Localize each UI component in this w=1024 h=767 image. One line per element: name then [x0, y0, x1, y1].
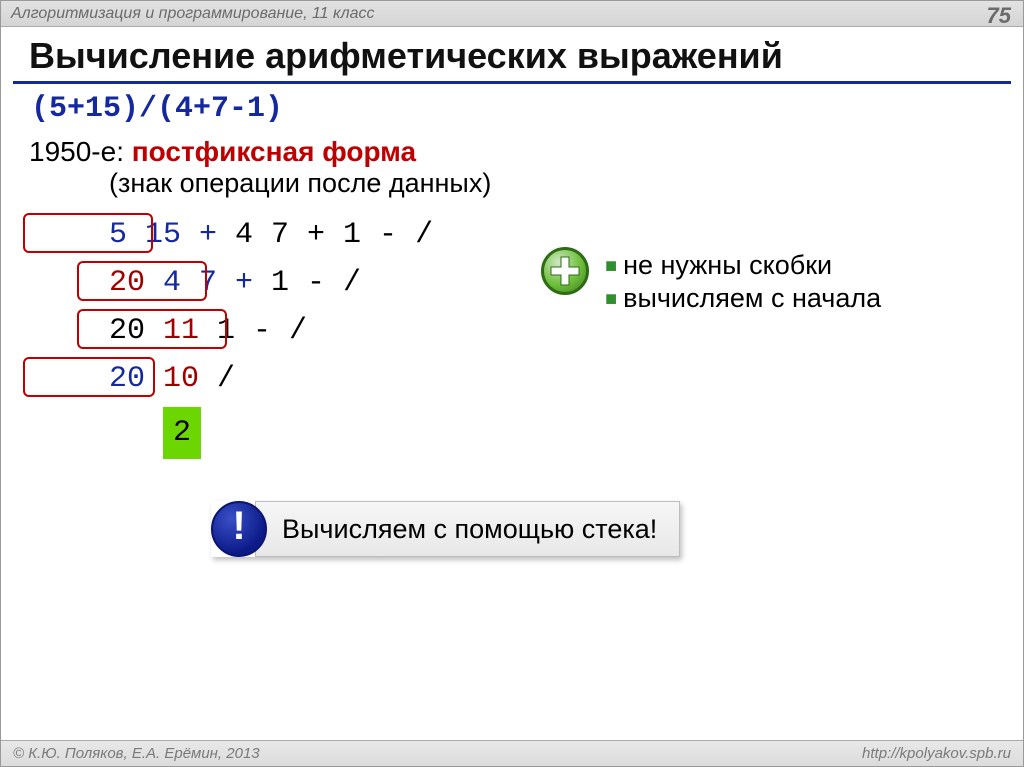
callout-text: Вычисляем с помощью стека! [255, 501, 680, 557]
breadcrumb: Алгоритмизация и программирование, 11 кл… [11, 5, 375, 23]
benefit-1-label: не нужны скобки [623, 250, 832, 280]
redbox-2 [77, 261, 207, 301]
page-number: 75 [987, 3, 1011, 29]
step1-rest: 4 7 + 1 - / [217, 218, 433, 252]
step-row-4: 20 10 / [109, 355, 995, 403]
exclamation-mark: ! [232, 504, 245, 549]
final-result-row: 2 [109, 403, 995, 459]
title-underline [13, 81, 1011, 84]
redbox-3 [77, 309, 227, 349]
intro-line: 1950-е: постфиксная форма [29, 132, 995, 168]
intro-colon: : [116, 136, 132, 167]
final-result: 2 [163, 407, 201, 459]
header-bar: Алгоритмизация и программирование, 11 кл… [1, 1, 1023, 27]
step4-result: 10 [163, 362, 199, 396]
bullet-icon: ■ [605, 288, 623, 310]
infix-expression: (5+15)/(4+7-1) [29, 90, 995, 132]
footer-authors: © К.Ю. Поляков, Е.А. Ерёмин, 2013 [13, 745, 260, 762]
intro-sub: (знак операции после данных) [29, 168, 995, 199]
bullet-icon: ■ [605, 255, 623, 277]
step2-rest: 1 - / [253, 266, 361, 300]
benefit-2-label: вычисляем с начала [623, 283, 881, 313]
callout: ! Вычисляем с помощью стека! [211, 501, 680, 557]
redbox-4 [23, 357, 155, 397]
benefit-item-1: ■не нужны скобки [605, 249, 881, 282]
exclamation-icon: ! [211, 501, 267, 557]
benefit-item-2: ■вычисляем с начала [605, 282, 881, 315]
step4-rest: / [199, 362, 235, 396]
intro-year: 1950-е [29, 136, 116, 167]
footer-bar: © К.Ю. Поляков, Е.А. Ерёмин, 2013 http:/… [1, 740, 1023, 766]
redbox-1 [23, 213, 153, 253]
slide: Алгоритмизация и программирование, 11 кл… [0, 0, 1024, 767]
intro-term: постфиксная форма [132, 136, 416, 167]
page-title: Вычисление арифметических выражений [1, 27, 1023, 81]
plus-icon [541, 247, 589, 295]
footer-url: http://kpolyakov.spb.ru [862, 745, 1011, 762]
benefits-list: ■не нужны скобки ■вычисляем с начала [605, 249, 881, 315]
